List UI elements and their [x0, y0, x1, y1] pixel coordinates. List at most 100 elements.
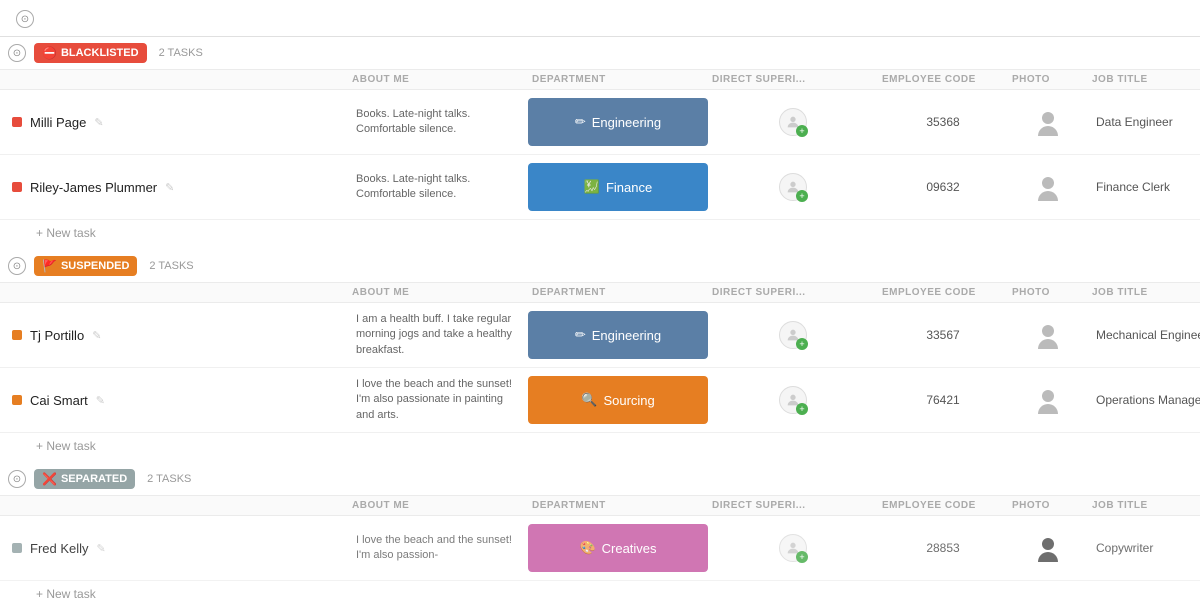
edit-icon-blacklisted-1[interactable]: ✎ — [165, 181, 174, 194]
new-task-row-blacklisted: + New task — [0, 220, 1200, 250]
superior-cell-blacklisted-1: + — [708, 173, 878, 201]
name-cell-suspended-0: Tj Portillo ✎ — [8, 328, 348, 343]
col-header-blacklisted-1: DEPARTMENT — [528, 74, 708, 85]
dept-name-blacklisted-0: Engineering — [592, 115, 661, 130]
dept-cell-blacklisted-0[interactable]: ✏ Engineering — [528, 98, 708, 146]
superior-add-btn-separated-0[interactable]: + — [796, 551, 808, 563]
page-header: ⊙ — [0, 0, 1200, 37]
code-cell-suspended-1: 76421 — [878, 393, 1008, 407]
name-text-suspended-1: Cai Smart — [30, 393, 88, 408]
superior-add-btn-blacklisted-1[interactable]: + — [796, 190, 808, 202]
photo-person-blacklisted-0 — [1034, 108, 1062, 136]
person-body-suspended-0 — [1038, 339, 1058, 349]
superior-cell-blacklisted-0: + — [708, 108, 878, 136]
dept-icon-blacklisted-0: ✏ — [575, 114, 586, 130]
dept-icon-suspended-0: ✏ — [575, 327, 586, 343]
task-row-suspended-1: Cai Smart ✎ I love the beach and the sun… — [0, 368, 1200, 433]
name-cell-blacklisted-1: Riley-James Plummer ✎ — [8, 180, 348, 195]
name-text-blacklisted-0: Milli Page — [30, 115, 86, 130]
name-text-separated-0: Fred Kelly — [30, 541, 89, 556]
new-task-row-separated: + New task — [0, 581, 1200, 611]
dept-name-suspended-0: Engineering — [592, 328, 661, 343]
col-header-separated-3: EMPLOYEE CODE — [878, 500, 1008, 511]
name-cell-separated-0: Fred Kelly ✎ — [8, 541, 348, 556]
about-cell-blacklisted-1: Books. Late-night talks. Comfortable sil… — [348, 172, 528, 203]
dept-icon-suspended-1: 🔍 — [581, 392, 597, 408]
edit-icon-suspended-0[interactable]: ✎ — [92, 329, 101, 342]
edit-icon-separated-0[interactable]: ✎ — [97, 542, 106, 555]
edit-icon-blacklisted-0[interactable]: ✎ — [94, 116, 103, 129]
photo-cell-blacklisted-0 — [1008, 108, 1088, 136]
task-row-separated-0: Fred Kelly ✎ I love the beach and the su… — [0, 516, 1200, 581]
new-task-link-suspended[interactable]: + New task — [36, 439, 96, 453]
dept-cell-suspended-0[interactable]: ✏ Engineering — [528, 311, 708, 359]
col-header-suspended-3: EMPLOYEE CODE — [878, 287, 1008, 298]
col-header-separated-5: JOB TITLE — [1088, 500, 1200, 511]
superior-avatar-blacklisted-1[interactable]: + — [779, 173, 807, 201]
tasks-count-separated: 2 TASKS — [147, 473, 191, 485]
superior-cell-separated-0: + — [708, 534, 878, 562]
name-text-blacklisted-1: Riley-James Plummer — [30, 180, 157, 195]
superior-add-btn-suspended-1[interactable]: + — [796, 403, 808, 415]
superior-avatar-suspended-0[interactable]: + — [779, 321, 807, 349]
col-header-blacklisted-0: ABOUT ME — [348, 74, 528, 85]
dept-cell-separated-0[interactable]: 🎨 Creatives — [528, 524, 708, 572]
col-header-suspended-0: ABOUT ME — [348, 287, 528, 298]
col-header-suspended-4: PHOTO — [1008, 287, 1088, 298]
col-header-blacklisted-5: JOB TITLE — [1088, 74, 1200, 85]
superior-add-btn-blacklisted-0[interactable]: + — [796, 125, 808, 137]
superior-avatar-suspended-1[interactable]: + — [779, 386, 807, 414]
dept-cell-suspended-1[interactable]: 🔍 Sourcing — [528, 376, 708, 424]
section-badge-suspended: 🚩 SUSPENDED — [34, 256, 137, 276]
superior-avatar-blacklisted-0[interactable]: + — [779, 108, 807, 136]
section-header-suspended: ⊙ 🚩 SUSPENDED 2 TASKS — [0, 250, 1200, 283]
about-cell-suspended-1: I love the beach and the sunset! I'm als… — [348, 377, 528, 423]
code-cell-blacklisted-1: 09632 — [878, 180, 1008, 194]
sections-container: ⊙ ⛔ BLACKLISTED 2 TASKS ABOUT MEDEPARTME… — [0, 37, 1200, 611]
photo-person-blacklisted-1 — [1034, 173, 1062, 201]
edit-icon-suspended-1[interactable]: ✎ — [96, 394, 105, 407]
row-indicator-separated-0 — [12, 543, 22, 553]
collapse-icon[interactable]: ⊙ — [16, 10, 34, 28]
badge-label-blacklisted: BLACKLISTED — [61, 47, 139, 59]
person-body-blacklisted-0 — [1038, 126, 1058, 136]
person-body-blacklisted-1 — [1038, 191, 1058, 201]
dept-cell-blacklisted-1[interactable]: 💹 Finance — [528, 163, 708, 211]
new-task-button[interactable] — [64, 17, 76, 21]
col-headers-suspended: ABOUT MEDEPARTMENTDIRECT SUPERI...EMPLOY… — [0, 283, 1200, 303]
jobtitle-cell-suspended-1: Operations Manager — [1088, 393, 1200, 407]
code-cell-blacklisted-0: 35368 — [878, 115, 1008, 129]
badge-icon-separated: ❌ — [42, 472, 57, 486]
superior-cell-suspended-1: + — [708, 386, 878, 414]
dept-name-suspended-1: Sourcing — [603, 393, 654, 408]
about-cell-blacklisted-0: Books. Late-night talks. Comfortable sil… — [348, 107, 528, 138]
section-collapse-blacklisted[interactable]: ⊙ — [8, 44, 26, 62]
section-collapse-suspended[interactable]: ⊙ — [8, 257, 26, 275]
photo-person-separated-0 — [1034, 534, 1062, 562]
person-head-separated-0 — [1042, 538, 1054, 550]
header-content: ⊙ — [16, 8, 76, 28]
col-header-separated-2: DIRECT SUPERI... — [708, 500, 878, 511]
section-collapse-separated[interactable]: ⊙ — [8, 470, 26, 488]
name-text-suspended-0: Tj Portillo — [30, 328, 84, 343]
task-row-blacklisted-1: Riley-James Plummer ✎ Books. Late-night … — [0, 155, 1200, 220]
row-indicator-suspended-1 — [12, 395, 22, 405]
tasks-count-suspended: 2 TASKS — [149, 260, 193, 272]
col-header-blacklisted-2: DIRECT SUPERI... — [708, 74, 878, 85]
dept-name-separated-0: Creatives — [602, 541, 657, 556]
col-header-suspended-1: DEPARTMENT — [528, 287, 708, 298]
section-badge-blacklisted: ⛔ BLACKLISTED — [34, 43, 147, 63]
new-task-link-separated[interactable]: + New task — [36, 587, 96, 601]
new-task-link-blacklisted[interactable]: + New task — [36, 226, 96, 240]
row-indicator-blacklisted-0 — [12, 117, 22, 127]
superior-avatar-separated-0[interactable]: + — [779, 534, 807, 562]
section-header-separated: ⊙ ❌ SEPARATED 2 TASKS — [0, 463, 1200, 496]
section-header-blacklisted: ⊙ ⛔ BLACKLISTED 2 TASKS — [0, 37, 1200, 70]
section-badge-separated: ❌ SEPARATED — [34, 469, 135, 489]
superior-add-btn-suspended-0[interactable]: + — [796, 338, 808, 350]
title-row: ⊙ — [16, 10, 76, 28]
person-body-separated-0 — [1038, 552, 1058, 562]
page-container: ⊙ ⊙ ⛔ BLACKLISTED 2 TASKS ABOUT MEDEPART… — [0, 0, 1200, 611]
badge-icon-suspended: 🚩 — [42, 259, 57, 273]
photo-person-suspended-0 — [1034, 321, 1062, 349]
